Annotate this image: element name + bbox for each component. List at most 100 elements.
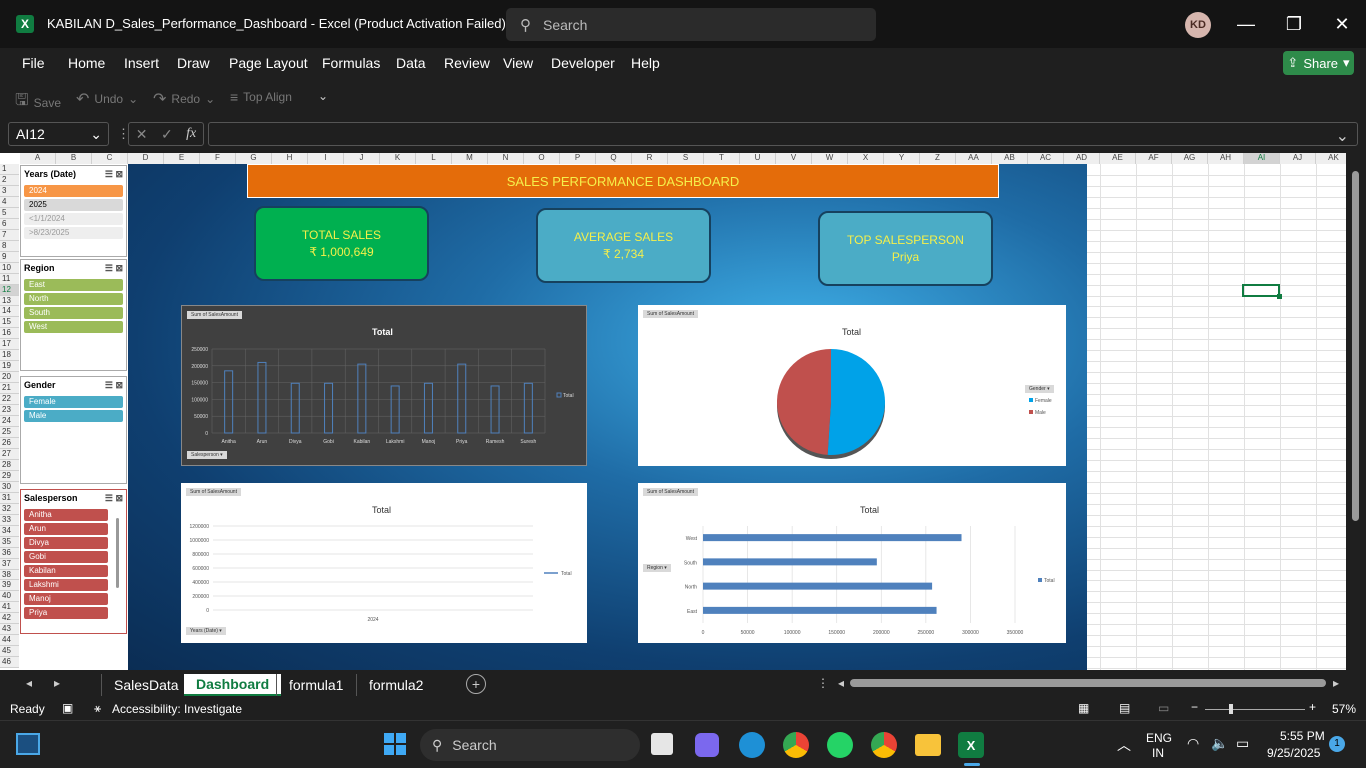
legend-field-button[interactable]: Gender ▾ — [1025, 385, 1054, 393]
row-header[interactable]: 17 — [0, 339, 19, 351]
column-header[interactable]: AE — [1100, 153, 1136, 164]
sheet-tab[interactable]: SalesData — [101, 674, 191, 696]
row-header[interactable]: 21 — [0, 383, 19, 395]
zoom-level[interactable]: 57% — [1332, 702, 1356, 716]
row-header[interactable]: 34 — [0, 525, 19, 537]
chevron-up-icon[interactable]: ︿ — [1117, 735, 1131, 755]
slicer-item[interactable]: Arun — [24, 523, 108, 535]
slicer-item[interactable]: Divya — [24, 537, 108, 549]
row-header[interactable]: 35 — [0, 536, 19, 548]
add-sheet-icon[interactable]: + — [466, 674, 486, 694]
row-header[interactable]: 23 — [0, 405, 19, 417]
column-header[interactable]: AG — [1172, 153, 1208, 164]
sheet-tab[interactable]: Dashboard — [184, 674, 282, 696]
row-header[interactable]: 4 — [0, 196, 19, 208]
worksheet-grid[interactable]: A B C D E F G H I J K L M N O P Q R S T U V W X Y Z AA AB AC AD AE AF AG… — [0, 153, 1366, 670]
row-header[interactable]: 31 — [0, 492, 19, 504]
column-header[interactable]: Z — [920, 153, 956, 164]
share-button[interactable]: ⇪ Share ▾ — [1283, 51, 1354, 75]
chrome-icon[interactable] — [783, 732, 809, 758]
row-header[interactable]: 36 — [0, 547, 19, 559]
slicer-item[interactable]: Female — [24, 396, 123, 408]
column-header[interactable]: T — [704, 153, 740, 164]
row-header[interactable]: 45 — [0, 646, 19, 658]
column-header[interactable]: F — [200, 153, 236, 164]
slicer-item[interactable]: Gobi — [24, 551, 108, 563]
vertical-scrollbar[interactable] — [1346, 153, 1366, 670]
row-header[interactable]: 14 — [0, 306, 19, 318]
slicer-item[interactable]: Manoj — [24, 593, 108, 605]
volume-icon[interactable]: 🔈 — [1211, 735, 1228, 752]
page-break-icon[interactable]: ▭ — [1158, 701, 1169, 715]
normal-view-icon[interactable]: ▦ — [1078, 701, 1089, 715]
clock-time[interactable]: 5:55 PM — [1280, 729, 1325, 743]
whatsapp-icon[interactable] — [827, 732, 853, 758]
insert-function-icon[interactable]: fx — [186, 126, 196, 142]
slicer-item[interactable]: Kabilan — [24, 565, 108, 577]
zoom-thumb[interactable] — [1229, 704, 1233, 714]
fill-handle[interactable] — [1277, 294, 1282, 299]
clock-date[interactable]: 9/25/2025 — [1267, 746, 1320, 760]
scroll-thumb[interactable] — [1352, 171, 1359, 521]
row-header[interactable]: 19 — [0, 361, 19, 373]
formula-input[interactable]: ⌄ — [208, 122, 1358, 146]
slicer-item[interactable]: <1/1/2024 — [24, 213, 123, 225]
zoom-in-icon[interactable]: + — [1309, 700, 1316, 714]
filter-icon[interactable]: ☰ ⊠ — [105, 380, 123, 391]
column-header[interactable]: U — [740, 153, 776, 164]
column-header[interactable]: AH — [1208, 153, 1244, 164]
file-explorer-icon[interactable] — [915, 734, 941, 756]
years-line-chart[interactable]: Sum of SalesAmount Total 1200000 1000000 8… — [181, 483, 587, 643]
edge-icon[interactable] — [739, 732, 765, 758]
redo-button[interactable]: ↷ Redo ⌄ — [153, 89, 215, 109]
language-label[interactable]: ENG — [1146, 731, 1172, 745]
row-header[interactable]: 27 — [0, 448, 19, 460]
zoom-slider[interactable] — [1205, 709, 1305, 710]
column-header[interactable]: W — [812, 153, 848, 164]
row-header[interactable]: 5 — [0, 207, 19, 219]
row-header[interactable]: 40 — [0, 591, 19, 603]
excel-taskbar-icon[interactable]: X — [958, 732, 984, 758]
customize-qat-icon[interactable]: ⌄ — [318, 89, 328, 103]
column-header[interactable]: V — [776, 153, 812, 164]
row-header[interactable]: 30 — [0, 481, 19, 493]
column-header[interactable]: AF — [1136, 153, 1172, 164]
row-header[interactable]: 18 — [0, 350, 19, 362]
slicer-item[interactable]: >8/23/2025 — [24, 227, 123, 239]
filter-icon[interactable]: ☰ ⊠ — [105, 263, 123, 274]
search-box[interactable]: ⚲ Search — [506, 8, 876, 41]
menu-view[interactable]: View — [503, 55, 533, 71]
column-header[interactable]: G — [236, 153, 272, 164]
slicer-salesperson[interactable]: Salesperson ☰ ⊠ Anitha Arun Divya Gobi Kabila… — [20, 489, 127, 634]
column-header[interactable]: Y — [884, 153, 920, 164]
scroll-right-icon[interactable]: ▸ — [1333, 676, 1339, 690]
menu-page-layout[interactable]: Page Layout — [229, 55, 308, 71]
gender-pie-chart[interactable]: Sum of SalesAmount Total Female Male Gend… — [638, 305, 1066, 466]
restore-icon[interactable]: ❐ — [1280, 10, 1308, 38]
slicer-region[interactable]: Region ☰ ⊠ East North South West — [20, 259, 127, 371]
slicer-item[interactable]: Male — [24, 410, 123, 422]
top-align-button[interactable]: ≡ Top Align — [230, 89, 292, 105]
wifi-icon[interactable]: ◠ — [1187, 735, 1199, 752]
slicer-years[interactable]: Years (Date) ☰ ⊠ 2024 2025 <1/1/2024 >8/2… — [20, 165, 127, 257]
row-header[interactable]: 46 — [0, 657, 19, 669]
scrollbar[interactable] — [116, 518, 119, 588]
column-header[interactable]: I — [308, 153, 344, 164]
row-header[interactable]: 41 — [0, 602, 19, 614]
row-header[interactable]: 43 — [0, 624, 19, 636]
taskbar-search[interactable]: ⚲ Search — [420, 729, 640, 761]
start-icon[interactable] — [384, 733, 406, 755]
slicer-item[interactable]: Priya — [24, 607, 108, 619]
language-region[interactable]: IN — [1152, 746, 1164, 760]
menu-data[interactable]: Data — [396, 55, 426, 71]
cancel-icon[interactable]: ✕ — [136, 126, 148, 143]
row-header[interactable]: 26 — [0, 438, 19, 449]
column-header[interactable]: AI — [1244, 153, 1280, 164]
slicer-item[interactable]: West — [24, 321, 123, 333]
sheet-tab[interactable]: formula2 — [356, 674, 435, 696]
minimize-icon[interactable]: — — [1232, 10, 1260, 38]
column-header[interactable]: S — [668, 153, 704, 164]
notification-badge[interactable]: 1 — [1329, 736, 1345, 752]
slicer-item[interactable]: North — [24, 293, 123, 305]
menu-formulas[interactable]: Formulas — [322, 55, 380, 71]
